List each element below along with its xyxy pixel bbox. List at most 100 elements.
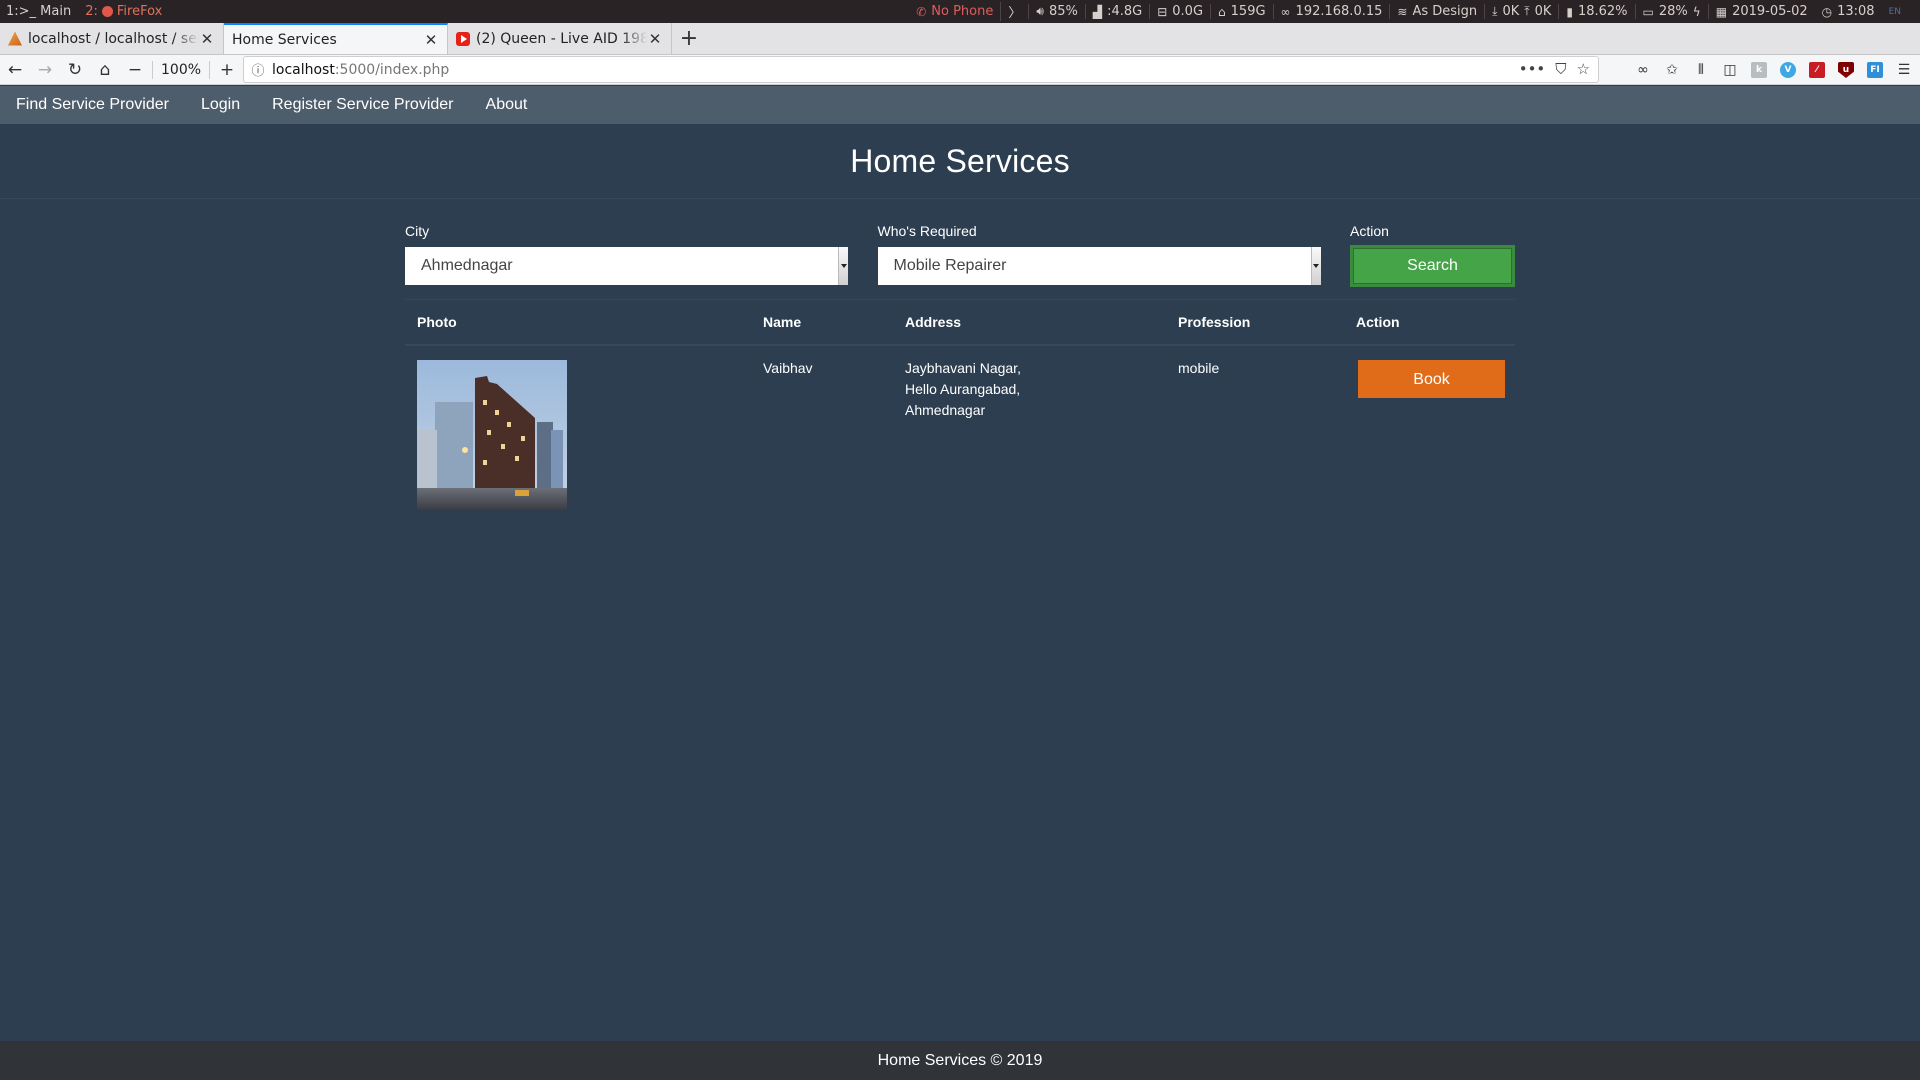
url-host: localhost [272,61,335,78]
address-line: Ahmednagar [905,402,986,418]
book-button[interactable]: Book [1358,360,1505,398]
battery-status: ▭ 28% ϟ [1634,4,1708,19]
url-path: :5000/index.php [334,61,450,78]
charging-icon: ϟ [1692,4,1701,19]
home-disk-status: ⌂ 159G [1210,4,1273,19]
wifi-text: As Design [1412,4,1478,19]
close-tab-icon[interactable]: ✕ [199,30,215,48]
sidebar-icon[interactable]: ◫ [1720,60,1740,80]
home-icon: ⌂ [1218,4,1226,19]
bookmarks-star-icon[interactable]: ✩ [1662,60,1682,80]
col-action: Action [1356,314,1400,330]
menu-hamburger-icon[interactable]: ☰ [1894,60,1914,80]
ublock-icon[interactable]: u [1836,60,1856,80]
extension-fi-icon[interactable]: FI [1865,60,1885,80]
nav-about[interactable]: About [486,96,528,114]
city-select[interactable]: Ahmednagar [405,247,848,285]
page-header: Home Services [0,124,1920,199]
date-status: ▦ 2019-05-02 [1707,4,1815,19]
disk-icon: ⊟ [1157,4,1168,19]
chevron-right-icon: 〉 [1000,2,1028,21]
cell-address: Jaybhavani Nagar, Hello Aurangabad, Ahme… [893,358,1166,520]
phpmyadmin-icon [8,31,22,46]
cell-name: Vaibhav [763,360,813,376]
table-row: Vaibhav Jaybhavani Nagar, Hello Aurangab… [405,346,1515,521]
tab-phpmyadmin[interactable]: localhost / localhost / server ✕ [0,23,224,54]
tab-home-services[interactable]: Home Services ✕ [224,23,448,54]
pocket-icon[interactable]: ⛉ [1555,60,1566,78]
volume-status: 🔊︎ 85% [1028,4,1084,19]
browser-tab-strip: localhost / localhost / server ✕ Home Se… [0,23,1920,55]
private-mask-icon[interactable]: ∞ [1633,60,1653,80]
tab-youtube[interactable]: (2) Queen - Live AID 1985 ✕ [448,23,672,54]
nav-login[interactable]: Login [201,96,240,114]
required-select[interactable]: Mobile Repairer [877,247,1321,285]
action-label: Action [1350,223,1389,239]
page-actions-icon[interactable]: ••• [1519,60,1546,78]
required-label: Who's Required [877,223,977,239]
date-text: 2019-05-02 [1732,4,1808,19]
time-text: 13:08 [1837,4,1875,19]
forward-button[interactable]: → [30,56,60,84]
youtube-icon [456,31,470,46]
traffic-status: ⤓ 0K ⤒ 0K [1484,4,1558,19]
cpu-text: 18.62% [1577,4,1628,19]
zoom-level[interactable]: 100% [152,60,211,79]
col-profession: Profession [1178,314,1251,330]
dropdown-arrow-icon [1310,247,1321,285]
reload-button[interactable]: ↻ [60,56,90,84]
city-selected-value: Ahmednagar [421,257,513,274]
browser-toolbar: ← → ↻ ⌂ − 100% + ⓘ localhost:5000/index.… [0,55,1920,85]
search-button[interactable]: Search [1350,245,1515,287]
city-field-group: City Ahmednagar [405,223,878,287]
nav-find-service-provider[interactable]: Find Service Provider [16,96,169,114]
city-label: City [405,223,430,239]
required-selected-value: Mobile Repairer [893,257,1007,274]
library-icon[interactable]: ⫴ [1691,60,1711,80]
extension-blue-v-icon[interactable]: V [1778,60,1798,80]
memory-text: :4.8G [1107,4,1143,19]
back-button[interactable]: ← [0,56,30,84]
table-header: Photo Name Address Profession Action [405,299,1515,346]
language-indicator[interactable]: EN [1882,7,1908,17]
clock-icon: ◷ [1821,4,1833,19]
site-info-icon[interactable]: ⓘ [244,60,272,79]
extension-grey-icon[interactable]: k [1749,60,1769,80]
bookmark-star-icon[interactable]: ☆ [1577,60,1590,78]
close-tab-icon[interactable]: ✕ [423,31,439,49]
action-field-group: Action Search [1350,223,1515,287]
wifi-status: ≋ As Design [1389,4,1484,19]
nav-register-service-provider[interactable]: Register Service Provider [272,96,453,114]
battery-text: 28% [1658,4,1688,19]
firefox-icon [101,6,113,17]
workspace-main[interactable]: 1:>_ Main [6,4,71,19]
col-name: Name [763,314,802,330]
workspace-firefox[interactable]: 2: FireFox [85,4,162,19]
zoom-out-button[interactable]: − [120,56,150,84]
search-container: City Ahmednagar Who's Required Mobile Re… [405,223,1515,521]
cell-profession: mobile [1178,360,1220,376]
cpu-status: ▮ 18.62% [1558,4,1634,19]
address-bar[interactable]: ⓘ localhost:5000/index.php ••• ⛉ ☆ [243,56,1599,83]
swap-status: ⊟ 0.0G [1149,4,1210,19]
wifi-icon: ≋ [1397,4,1408,19]
new-tab-button[interactable]: + [672,23,706,54]
home-button[interactable]: ⌂ [90,56,120,84]
extension-red-icon[interactable]: ⁄ [1807,60,1827,80]
upload-icon: ⤒ [1524,4,1530,18]
dropdown-arrow-icon [838,247,848,285]
calendar-icon: ▦ [1715,4,1728,19]
close-tab-icon[interactable]: ✕ [647,30,663,48]
cell-action: Book [1344,358,1515,520]
footer-text: Home Services © 2019 [877,1051,1043,1069]
zoom-in-button[interactable]: + [212,56,242,84]
tab-title: localhost / localhost / server [28,30,199,47]
time-status: ◷ 13:08 [1815,4,1882,19]
provider-photo [417,360,567,510]
ip-text: 192.168.0.15 [1295,4,1383,19]
volume-text: 85% [1048,4,1078,19]
tab-title: (2) Queen - Live AID 1985 [476,30,647,47]
phone-status: ✆ No Phone [909,4,1000,19]
page-footer: Home Services © 2019 [0,1041,1920,1080]
cpu-icon: ▮ [1566,4,1573,19]
